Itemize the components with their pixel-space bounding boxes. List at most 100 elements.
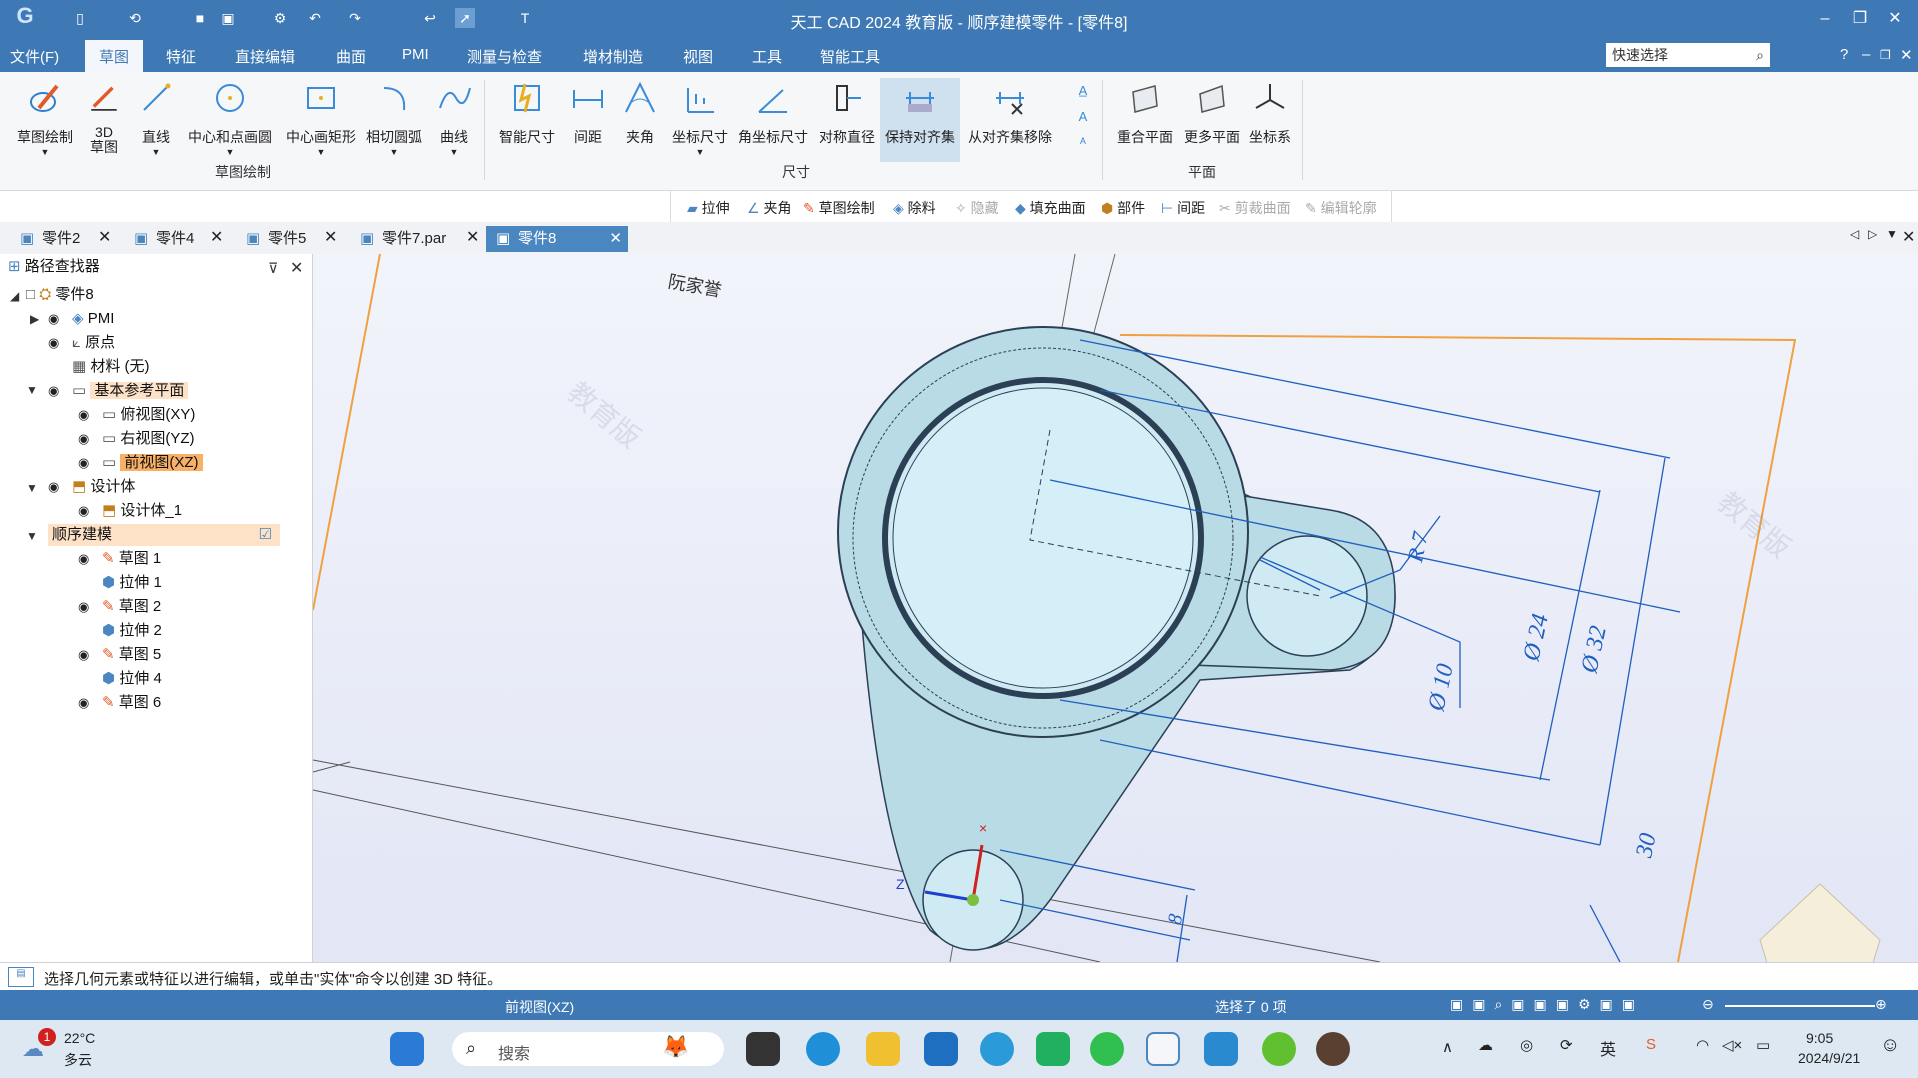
edge-dev-icon[interactable] (980, 1032, 1014, 1066)
sym-diameter-button[interactable]: 对称直径 (815, 78, 879, 147)
remove-align-button[interactable]: 从对齐集移除 (964, 78, 1056, 147)
smart-dim-button[interactable]: 智能尺寸 (496, 78, 558, 147)
help-button[interactable]: ? (1840, 46, 1848, 63)
feat-fill-surface[interactable]: ◆ 填充曲面 (1015, 198, 1086, 218)
tree-base-planes[interactable]: ▭ 基本参考平面 (72, 380, 189, 402)
tree-pmi[interactable]: ◈ PMI (72, 308, 114, 330)
angle-coord-dim-button[interactable]: 角坐标尺寸 (734, 78, 812, 147)
restore-button[interactable]: ❐ (1845, 6, 1875, 32)
sketch-draw-button[interactable]: 草图绘制 ▼ (8, 78, 82, 157)
menu-tools[interactable]: 工具 (752, 46, 782, 67)
edge-icon[interactable] (806, 1032, 840, 1066)
eye-icon[interactable]: ◉ (78, 407, 89, 423)
clock-date[interactable]: 2024/9/21 (1798, 1050, 1860, 1066)
coincident-plane-button[interactable]: 重合平面 (1112, 78, 1178, 147)
tab-close-icon[interactable]: ✕ (466, 227, 479, 247)
wechat-icon[interactable] (1090, 1032, 1124, 1066)
tree-sketch-6[interactable]: ✎ 草图 6 (102, 692, 161, 714)
coord-sys-button[interactable]: 坐标系 (1246, 78, 1294, 147)
feat-part[interactable]: ⬢ 部件 (1101, 198, 1145, 218)
curve-button[interactable]: 曲线 ▼ (434, 78, 474, 157)
line-button[interactable]: 直线 ▼ (136, 78, 176, 157)
sketch-3d-button[interactable]: 3D 草图 (86, 78, 122, 155)
ime-indicator[interactable]: 英 (1600, 1036, 1616, 1060)
eye-icon[interactable]: ◉ (78, 431, 89, 447)
graphics-viewport[interactable]: 阮家誉 教育版 教育版 R 7 Ø 24 Ø 32 Ø 10 30 8 Z × (313, 254, 1918, 962)
tab-close-icon[interactable]: ✕ (98, 227, 111, 247)
expand-icon[interactable]: ◢ (10, 289, 19, 303)
feat-angle[interactable]: ∠ 夹角 (747, 198, 791, 218)
tree-origin[interactable]: ⟀ 原点 (72, 332, 115, 354)
menu-sketch[interactable]: 草图 (85, 40, 144, 73)
feat-distance[interactable]: ⊢ 间距 (1161, 198, 1205, 218)
menu-additive[interactable]: 增材制造 (583, 46, 643, 67)
tiangong-cad-icon[interactable] (1146, 1032, 1180, 1066)
tree-sketch-1[interactable]: ✎ 草图 1 (102, 548, 161, 570)
minimize-button[interactable]: – (1810, 6, 1840, 32)
eye-icon[interactable]: ◉ (78, 695, 89, 711)
tree-top-view[interactable]: ▭ 俯视图(XY) (102, 404, 195, 426)
tab-close-icon[interactable]: ✕ (609, 226, 622, 252)
tree-sketch-2[interactable]: ✎ 草图 2 (102, 596, 161, 618)
tab-prev-icon[interactable]: ◁ (1850, 227, 1859, 241)
tangent-arc-button[interactable]: 相切圆弧 ▼ (362, 78, 426, 157)
expand-icon[interactable]: ▼ (26, 529, 38, 543)
eye-icon[interactable]: ◉ (78, 503, 89, 519)
menu-feature[interactable]: 特征 (166, 46, 196, 67)
volume-icon[interactable]: ◁× (1722, 1036, 1742, 1054)
windows-start-icon[interactable] (390, 1032, 424, 1066)
eye-icon[interactable]: ◉ (48, 383, 59, 399)
battery-icon[interactable]: ▭ (1756, 1036, 1770, 1054)
tray-app-icon[interactable]: ◎ (1520, 1036, 1533, 1054)
menu-pmi[interactable]: PMI (402, 46, 429, 63)
text-format-buttons[interactable]: A̲ Aᴬ (1072, 78, 1094, 156)
menu-file[interactable]: 文件(F) (10, 46, 59, 67)
eye-icon[interactable]: ◉ (78, 599, 89, 615)
more-planes-button[interactable]: 更多平面 (1180, 78, 1244, 147)
collapse-icon[interactable]: ▶ (30, 312, 39, 326)
model-canvas[interactable] (313, 254, 1918, 962)
tab-close-icon[interactable]: ✕ (324, 227, 337, 247)
angle-button[interactable]: 夹角 (620, 78, 660, 147)
eye-icon[interactable]: ◉ (48, 335, 59, 351)
eye-icon[interactable]: ◉ (78, 551, 89, 567)
doc-restore-button[interactable]: ❐ (1880, 48, 1891, 62)
feat-extrude[interactable]: ▰ 拉伸 (687, 198, 730, 218)
cloud-icon[interactable]: ☁ (1478, 1036, 1493, 1054)
panel-pin-icon[interactable]: ⊽ (268, 260, 278, 277)
tree-sketch-5[interactable]: ✎ 草图 5 (102, 644, 161, 666)
coord-dim-button[interactable]: 坐标尺寸 ▼ (668, 78, 732, 157)
eye-icon[interactable]: ◉ (48, 311, 59, 327)
tree-right-view[interactable]: ▭ 右视图(YZ) (102, 428, 195, 450)
zoom-slider[interactable] (1725, 1005, 1875, 1007)
expand-icon[interactable]: ▼ (26, 481, 38, 495)
task-view-icon[interactable] (746, 1032, 780, 1066)
tree-extrude-1[interactable]: ⬢ 拉伸 1 (102, 572, 162, 594)
tree-front-view[interactable]: ▭ 前视图(XZ) (102, 452, 203, 474)
center-circle-button[interactable]: 中心和点画圆 ▼ (184, 78, 276, 157)
doc-close-button[interactable]: ✕ (1900, 46, 1913, 64)
file-explorer-icon[interactable] (866, 1032, 900, 1066)
doc-minimize-button[interactable]: – (1862, 46, 1870, 63)
tab-close-icon[interactable]: ✕ (210, 227, 223, 247)
eye-icon[interactable]: ◉ (78, 647, 89, 663)
distance-button[interactable]: 间距 (568, 78, 608, 147)
panel-close-icon[interactable]: ✕ (290, 258, 303, 278)
eye-icon[interactable]: ◉ (78, 455, 89, 471)
taskbar-search[interactable]: ⌕ 搜索 🦊 (452, 1032, 724, 1066)
feat-trim-surface[interactable]: ✂ 剪裁曲面 (1219, 198, 1291, 218)
tree-design-body-1[interactable]: ⬒ 设计体_1 (102, 500, 182, 522)
tree-design-body[interactable]: ⬒ 设计体 (72, 476, 135, 498)
browser-icon[interactable] (1262, 1032, 1296, 1066)
part-lug-hole[interactable] (1246, 535, 1368, 657)
tree-extrude-4[interactable]: ⬢ 拉伸 4 (102, 668, 162, 690)
close-button[interactable]: ✕ (1880, 6, 1910, 32)
quick-select-input[interactable]: 快速选择 ⌕ (1606, 43, 1770, 67)
zoom-out-icon[interactable]: ⊖ (1702, 996, 1714, 1013)
eye-icon[interactable]: ◉ (48, 479, 59, 495)
feat-remove[interactable]: ◈ 除料 (893, 198, 936, 218)
feat-hide[interactable]: ✧ 隐藏 (955, 198, 999, 218)
notification-center-icon[interactable]: ☺ (1880, 1034, 1900, 1057)
menu-surface[interactable]: 曲面 (336, 46, 366, 67)
menu-smart-tools[interactable]: 智能工具 (820, 46, 880, 67)
